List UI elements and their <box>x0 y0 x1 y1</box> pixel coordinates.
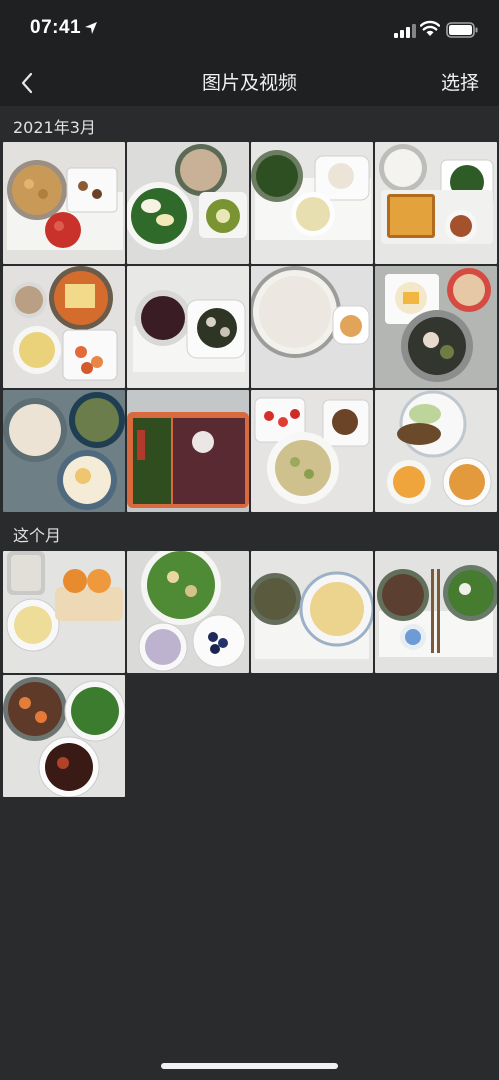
photo-thumbnail[interactable] <box>127 551 249 673</box>
status-time: 07:41 <box>30 17 82 38</box>
photo-thumbnail[interactable] <box>3 551 125 673</box>
photo-thumbnail[interactable] <box>375 142 497 264</box>
photo-thumbnail[interactable] <box>251 390 373 512</box>
cellular-signal-icon <box>394 24 416 38</box>
photo-thumbnail[interactable] <box>375 551 497 673</box>
photo-thumbnail[interactable] <box>127 266 249 388</box>
navigation-bar: 图片及视频 选择 <box>0 60 499 106</box>
photo-thumbnail[interactable] <box>3 142 125 264</box>
photo-thumbnail[interactable] <box>3 266 125 388</box>
home-indicator[interactable] <box>161 1063 338 1069</box>
select-button[interactable]: 选择 <box>441 68 479 95</box>
section-header-this-month: 这个月 <box>13 526 62 545</box>
photo-thumbnail[interactable] <box>3 675 125 797</box>
photo-thumbnail[interactable] <box>127 390 249 512</box>
photo-thumbnail[interactable] <box>375 266 497 388</box>
status-bar: 07:41 <box>0 0 499 60</box>
section-header-march-2021: 2021年3月 <box>13 118 96 137</box>
photo-thumbnail[interactable] <box>251 551 373 673</box>
wifi-icon <box>420 20 440 36</box>
photo-thumbnail[interactable] <box>251 142 373 264</box>
page-title: 图片及视频 <box>201 72 297 94</box>
photo-thumbnail[interactable] <box>3 390 125 512</box>
photo-thumbnail[interactable] <box>127 142 249 264</box>
location-arrow-icon <box>85 22 97 34</box>
photo-thumbnail[interactable] <box>251 266 373 388</box>
photo-thumbnail[interactable] <box>375 390 497 512</box>
battery-icon <box>446 22 478 38</box>
